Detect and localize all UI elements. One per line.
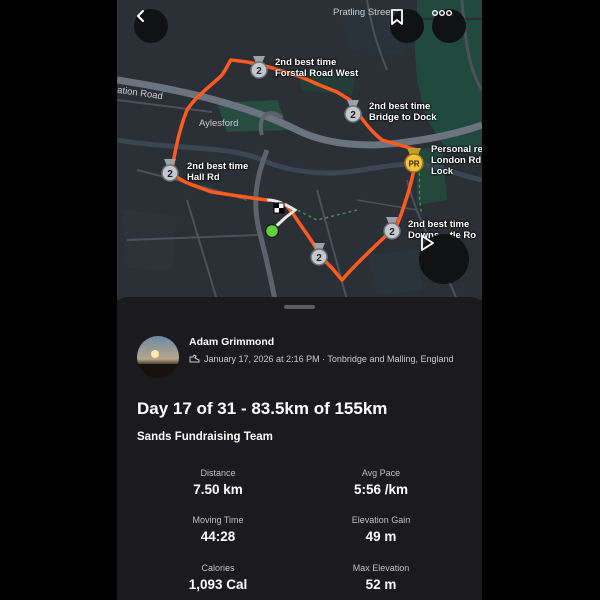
back-icon (137, 10, 144, 22)
medal-label: 2 (389, 227, 395, 238)
second-best-medal-icon[interactable]: 2 (249, 56, 269, 80)
medal-label: 2 (316, 253, 322, 264)
stat-max-elevation: Max Elevation 52 m (311, 563, 451, 592)
avatar[interactable] (137, 336, 179, 378)
street-label: Pratling Street (333, 7, 394, 18)
street-label: Aylesford (199, 118, 239, 129)
activity-details-sheet[interactable]: Adam Grimmond January 17, 2026 at 2:16 P… (117, 297, 482, 600)
second-best-medal-icon[interactable]: 2 (160, 159, 180, 183)
more-options-button[interactable] (432, 9, 466, 43)
back-button[interactable] (134, 9, 168, 43)
medal-label: PR (408, 160, 419, 169)
flyover-play-button[interactable] (419, 234, 469, 284)
phone-screen: Pratling Street ation Road Aylesford 2 2… (117, 0, 482, 600)
second-best-medal-icon[interactable]: 2 (309, 243, 329, 267)
bookmark-button[interactable] (390, 9, 424, 43)
stat-distance: Distance 7.50 km (148, 468, 288, 497)
stat-value: 5:56 /km (353, 482, 409, 497)
segment-name: London Rd (431, 155, 482, 166)
stat-label: Elevation Gain (351, 515, 411, 525)
segment-name: Hall Rd (187, 172, 220, 183)
shoe-icon (189, 354, 200, 363)
stat-moving-time: Moving Time 44:28 (148, 515, 288, 544)
stat-avg-pace: Avg Pace 5:56 /km (311, 468, 451, 497)
segment-name: Bridge to Dock (369, 112, 437, 123)
stat-label: Max Elevation (352, 563, 410, 573)
segment-label-hall-rd[interactable]: 2nd best time Hall Rd (187, 161, 248, 183)
stat-label: Moving Time (192, 515, 244, 525)
athlete-name[interactable]: Adam Grimmond (189, 336, 274, 348)
sheet-drag-handle[interactable] (284, 305, 315, 309)
activity-title: Day 17 of 31 - 83.5km of 155km (137, 399, 388, 418)
segment-achievement: 2nd best time (408, 219, 470, 230)
second-best-medal-icon[interactable]: 2 (343, 100, 363, 124)
stat-value: 44:28 (200, 529, 236, 544)
personal-record-medal-icon[interactable]: PR (403, 148, 425, 174)
segment-label-bridge-to-dock[interactable]: 2nd best time Bridge to Dock (369, 101, 437, 123)
segment-name-cont: Lock (431, 166, 454, 177)
stat-calories: Calories 1,093 Cal (148, 563, 288, 592)
more-icon (432, 10, 452, 16)
segment-achievement: 2nd best time (187, 161, 249, 172)
segment-achievement: Personal re (431, 144, 482, 155)
activity-meta: January 17, 2026 at 2:16 PM · Tonbridge … (189, 353, 454, 364)
route-map[interactable]: Pratling Street ation Road Aylesford 2 2… (117, 0, 482, 300)
club-name[interactable]: Sands Fundraising Team (137, 431, 273, 443)
stat-label: Distance (200, 468, 236, 478)
stat-label: Avg Pace (361, 468, 401, 478)
medal-label: 2 (256, 66, 262, 77)
play-icon (421, 235, 434, 251)
segment-name: Forstal Road West (275, 68, 359, 79)
stat-label: Calories (201, 563, 235, 573)
stat-value: 52 m (365, 577, 397, 592)
bookmark-icon (391, 9, 403, 25)
stat-elevation-gain: Elevation Gain 49 m (311, 515, 451, 544)
segment-achievement: 2nd best time (275, 57, 337, 68)
activity-date-location: January 17, 2026 at 2:16 PM · Tonbridge … (204, 353, 454, 364)
second-best-medal-icon[interactable]: 2 (382, 217, 402, 241)
segment-achievement: 2nd best time (369, 101, 431, 112)
medal-label: 2 (167, 169, 173, 180)
medal-label: 2 (350, 110, 356, 121)
stat-value: 1,093 Cal (188, 577, 248, 592)
stat-value: 7.50 km (193, 482, 243, 497)
segment-label-forstal-road-west[interactable]: 2nd best time Forstal Road West (275, 57, 358, 79)
segment-label-london-rd-lock[interactable]: Personal re London Rd Lock (431, 144, 482, 177)
stat-value: 49 m (365, 529, 397, 544)
